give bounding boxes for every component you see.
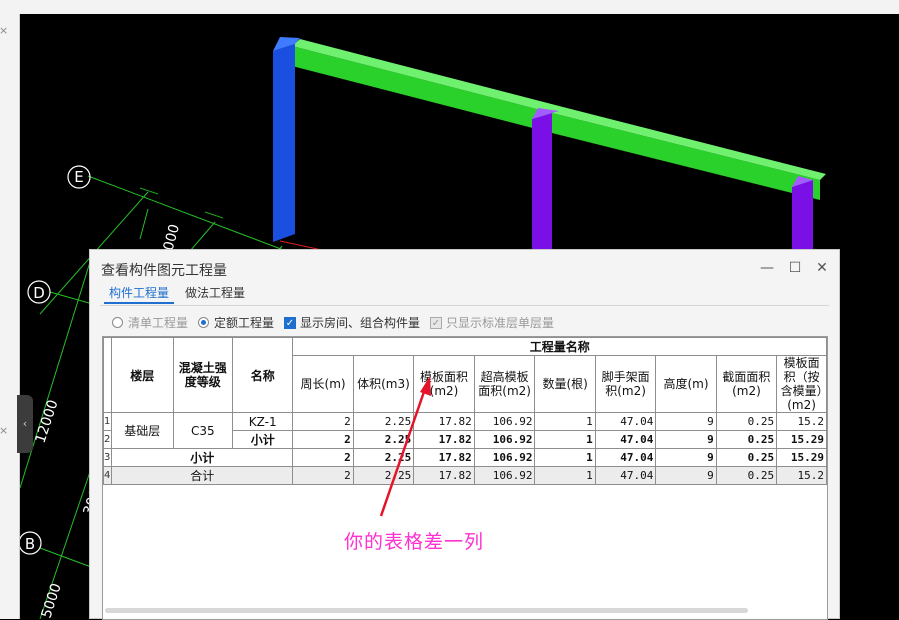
header-formwork-by-content: 模板面积（按含模量）(m2)	[776, 355, 827, 413]
row-number-header	[103, 337, 112, 413]
cell-value: 2.25	[352, 412, 415, 431]
column-purple[interactable]	[792, 180, 813, 249]
cell-value: 47.04	[594, 466, 657, 485]
tab-component-quantity[interactable]: 构件工程量	[104, 282, 175, 304]
cell-value: 9	[655, 430, 717, 449]
header-section-area: 截面面积(m2)	[715, 355, 778, 413]
beam-shape[interactable]	[292, 46, 820, 200]
header-quantity-group: 工程量名称	[292, 337, 827, 356]
cell-value: 0.25	[715, 412, 778, 431]
header-overheight-formwork: 超高模板面积(m2)	[473, 355, 536, 413]
cell-value: 47.04	[594, 448, 657, 467]
cell-value: 106.92	[473, 430, 536, 449]
header-formwork-area: 模板面积(m2)	[413, 355, 475, 413]
header-scaffold-area: 脚手架面积(m2)	[594, 355, 657, 413]
quantity-table: 楼层 混凝土强度等级 名称 工程量名称 周长(m) 体积(m3) 模板面积(m2…	[103, 337, 827, 485]
close-button[interactable]: ✕	[813, 259, 831, 277]
cell-name: KZ-1	[231, 412, 294, 431]
header-floor: 楼层	[110, 337, 174, 413]
cell-value: 9	[655, 412, 717, 431]
checkbox-check-icon: ✓	[430, 317, 442, 329]
cell-value: 17.82	[413, 412, 475, 431]
close-icon[interactable]: ×	[0, 424, 8, 437]
header-count: 数量(根)	[534, 355, 596, 413]
beam-top-face	[292, 39, 826, 180]
header-volume: 体积(m3)	[352, 355, 415, 413]
cell-value: 106.92	[473, 412, 536, 431]
cell-value: 15.29	[776, 430, 827, 449]
panel-collapse-handle[interactable]: ‹	[17, 395, 33, 453]
grid-axis-label-b: B	[25, 535, 35, 553]
table-row-total[interactable]: 4 合计 2 2.25 17.82 106.92 1 47.04 9 0.25 …	[103, 466, 827, 485]
radio-icon	[198, 317, 209, 328]
cell-name: 小计	[231, 430, 294, 449]
table-row[interactable]: 3 小计 2 2.25 17.82 106.92 1 47.04 9 0.25 …	[103, 448, 827, 467]
cell-value: 9	[655, 448, 717, 467]
header-concrete-grade: 混凝土强度等级	[172, 337, 233, 413]
cell-value: 2.25	[352, 448, 415, 467]
annotation-text: 你的表格差一列	[344, 531, 485, 553]
dialog-title: 查看构件图元工程量	[101, 263, 227, 279]
cell-value: 2	[292, 430, 354, 449]
row-number: 1	[103, 412, 112, 431]
cell-value: 0.25	[715, 448, 778, 467]
cell-value: 2.25	[352, 430, 415, 449]
cell-value: 17.82	[413, 466, 475, 485]
cell-value: 15.2	[776, 466, 827, 485]
top-bar	[0, 0, 899, 14]
cell-value: 2	[292, 412, 354, 431]
header-perimeter: 周长(m)	[292, 355, 354, 413]
table-row[interactable]: 1 基础层 C35 KZ-1 2 2.25 17.82 106.92 1 47.…	[103, 412, 827, 449]
maximize-button[interactable]: ☐	[786, 259, 804, 277]
cell-value: 1	[534, 448, 596, 467]
cell-name: 小计	[110, 448, 294, 467]
cell-value: 1	[534, 412, 596, 431]
tab-method-quantity[interactable]: 做法工程量	[180, 282, 250, 304]
cell-value: 106.92	[473, 448, 536, 467]
row-number: 2	[103, 430, 112, 449]
cell-value: 17.82	[413, 430, 475, 449]
column-blue[interactable]	[273, 44, 295, 242]
left-panel-strip: × ×	[0, 14, 20, 619]
close-icon[interactable]: ×	[0, 24, 8, 37]
cell-value: 15.2	[776, 412, 827, 431]
cell-value: 15.29	[776, 448, 827, 467]
dimension-label: 5000	[39, 581, 65, 619]
component-quantity-dialog: 查看构件图元工程量 — ☐ ✕ 构件工程量 做法工程量 清单工程量 定额工程量 …	[89, 249, 840, 620]
header-height: 高度(m)	[655, 355, 717, 413]
cell-value: 47.04	[594, 412, 657, 431]
cell-value: 47.04	[594, 430, 657, 449]
cell-value: 1	[534, 430, 596, 449]
header-name: 名称	[231, 337, 294, 413]
tab-divider	[100, 305, 829, 306]
cell-name: 合计	[110, 466, 294, 485]
cell-floor: 基础层	[110, 412, 174, 449]
radio-icon	[112, 317, 123, 328]
cell-grade: C35	[172, 412, 233, 449]
dimension-label: 12000	[33, 398, 62, 445]
grid-axis-label-d: D	[33, 284, 45, 302]
cell-value: 9	[655, 466, 717, 485]
cell-value: 2	[292, 448, 354, 467]
minimize-button[interactable]: —	[758, 259, 776, 277]
cell-value: 17.82	[413, 448, 475, 467]
cell-value: 2.25	[352, 466, 415, 485]
horizontal-scrollbar[interactable]	[105, 608, 748, 613]
cell-value: 0.25	[715, 466, 778, 485]
checkbox-check-icon: ✓	[284, 317, 296, 329]
cell-value: 2	[292, 466, 354, 485]
cell-value: 0.25	[715, 430, 778, 449]
quantity-table-container[interactable]: 楼层 混凝土强度等级 名称 工程量名称 周长(m) 体积(m3) 模板面积(m2…	[102, 336, 828, 620]
column-purple[interactable]	[532, 113, 552, 249]
cell-value: 1	[534, 466, 596, 485]
grid-axis-label-e: E	[74, 168, 83, 186]
row-number: 4	[103, 466, 112, 485]
cell-value: 106.92	[473, 466, 536, 485]
row-number: 3	[103, 448, 112, 467]
